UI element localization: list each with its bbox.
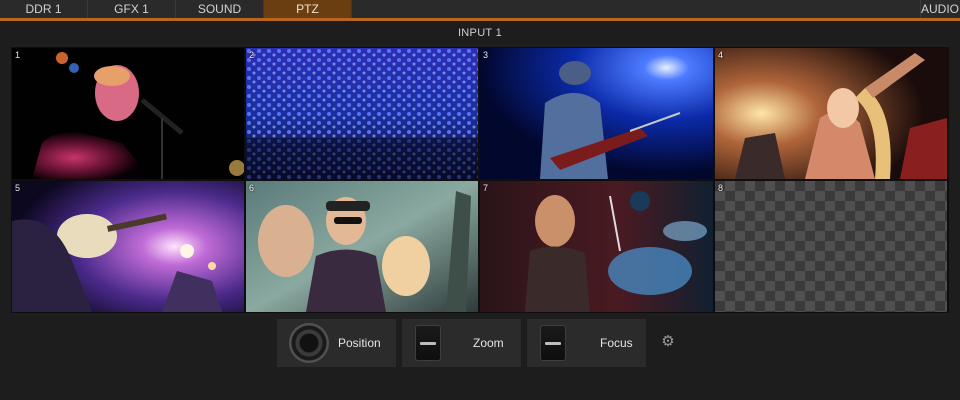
position-control[interactable]: Position — [277, 319, 396, 367]
preset-2-thumbnail[interactable]: 2 — [246, 48, 478, 179]
tab-ddr-1[interactable]: DDR 1 — [0, 0, 88, 18]
tab-bar: DDR 1 GFX 1 SOUND PTZ AUDIO — [0, 0, 960, 18]
guitarist-image — [480, 48, 713, 179]
singer-image — [12, 48, 244, 179]
focus-label: Focus — [600, 336, 633, 350]
fans-image — [715, 48, 947, 179]
preset-number: 3 — [483, 50, 489, 60]
preset-number: 7 — [483, 183, 489, 193]
preset-number: 5 — [15, 183, 21, 193]
tab-sound[interactable]: SOUND — [176, 0, 264, 18]
preset-number: 6 — [249, 183, 255, 193]
preset-grid: 1 2 3 4 5 6 7 8 — [11, 47, 949, 313]
preset-5-thumbnail[interactable]: 5 — [12, 181, 244, 312]
gear-icon[interactable]: ⚙ — [660, 334, 676, 350]
tab-ptz[interactable]: PTZ — [264, 0, 352, 18]
preset-1-thumbnail[interactable]: 1 — [12, 48, 244, 179]
tab-bar-accent-line — [0, 18, 960, 21]
preset-4-thumbnail[interactable]: 4 — [715, 48, 947, 179]
preset-3-thumbnail[interactable]: 3 — [480, 48, 713, 179]
tab-gfx-1[interactable]: GFX 1 — [88, 0, 176, 18]
preset-number: 2 — [249, 50, 255, 60]
position-label: Position — [338, 336, 381, 350]
focus-control[interactable]: Focus — [527, 319, 646, 367]
preset-6-thumbnail[interactable]: 6 — [246, 181, 478, 312]
drummer-image — [480, 181, 713, 312]
zoom-label: Zoom — [473, 336, 504, 350]
crowd-image — [246, 48, 478, 179]
guitar-stage-image — [12, 181, 244, 312]
preset-number: 1 — [15, 50, 21, 60]
zoom-rocker-icon[interactable] — [415, 325, 441, 361]
joystick-icon[interactable] — [289, 323, 329, 363]
preset-number: 4 — [718, 50, 724, 60]
preset-7-thumbnail[interactable]: 7 — [480, 181, 713, 312]
tab-audio[interactable]: AUDIO — [920, 0, 960, 18]
zoom-control[interactable]: Zoom — [402, 319, 521, 367]
input-title: INPUT 1 — [457, 27, 503, 39]
friends-image — [246, 181, 478, 312]
focus-rocker-icon[interactable] — [540, 325, 566, 361]
preset-8-empty-slot[interactable]: 8 — [715, 181, 947, 312]
preset-number: 8 — [718, 183, 724, 193]
